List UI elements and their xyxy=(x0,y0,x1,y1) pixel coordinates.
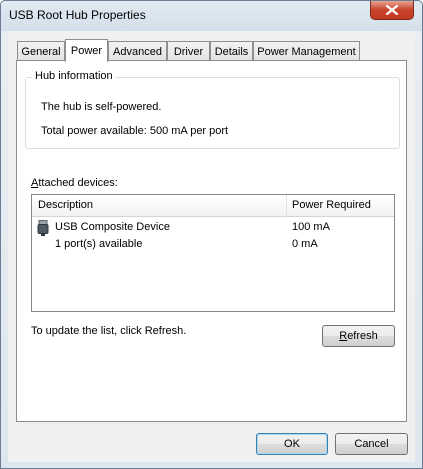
dialog-client-area: General Power Advanced Driver Details Po… xyxy=(8,31,415,462)
device-power: 100 mA xyxy=(292,221,330,233)
accelerator-key: R xyxy=(339,330,348,342)
title-bar[interactable]: USB Root Hub Properties xyxy=(1,1,422,31)
tab-power[interactable]: Power xyxy=(65,39,108,62)
label-text: efresh xyxy=(347,330,378,342)
device-description: 1 port(s) available xyxy=(55,238,143,250)
list-item[interactable]: USB Composite Device 100 mA xyxy=(32,220,394,237)
button-label: Refresh xyxy=(339,330,378,342)
column-description[interactable]: Description xyxy=(32,195,286,217)
total-power-text: Total power available: 500 mA per port xyxy=(41,125,229,137)
window-title: USB Root Hub Properties xyxy=(9,8,146,22)
refresh-button[interactable]: Refresh xyxy=(322,325,395,347)
label-text: ttached devices: xyxy=(38,177,118,189)
list-header: Description Power Required xyxy=(32,195,394,217)
hub-information-group: Hub information The hub is self-powered.… xyxy=(25,70,400,149)
cancel-button[interactable]: Cancel xyxy=(335,433,408,455)
group-heading: Hub information xyxy=(32,70,116,82)
tab-advanced[interactable]: Advanced xyxy=(108,41,167,61)
list-item[interactable]: 1 port(s) available 0 mA xyxy=(32,237,394,254)
close-button[interactable] xyxy=(370,1,414,20)
device-power: 0 mA xyxy=(292,238,318,250)
close-icon xyxy=(386,5,398,15)
column-power-required[interactable]: Power Required xyxy=(286,195,394,217)
tab-strip: General Power Advanced Driver Details Po… xyxy=(16,39,415,62)
device-description: USB Composite Device xyxy=(55,221,170,233)
attached-devices-label: Attached devices: xyxy=(31,177,118,189)
refresh-hint-text: To update the list, click Refresh. xyxy=(31,325,187,337)
tab-details[interactable]: Details xyxy=(210,41,253,61)
tab-general[interactable]: General xyxy=(17,41,65,61)
properties-dialog: USB Root Hub Properties General Power Ad… xyxy=(0,0,423,469)
attached-devices-list[interactable]: Description Power Required USB Composite… xyxy=(31,194,395,312)
self-powered-text: The hub is self-powered. xyxy=(41,101,162,113)
tab-driver[interactable]: Driver xyxy=(167,41,210,61)
ok-button[interactable]: OK xyxy=(256,433,328,455)
tab-power-management[interactable]: Power Management xyxy=(253,41,360,61)
tab-panel-power: Hub information The hub is self-powered.… xyxy=(16,60,407,422)
